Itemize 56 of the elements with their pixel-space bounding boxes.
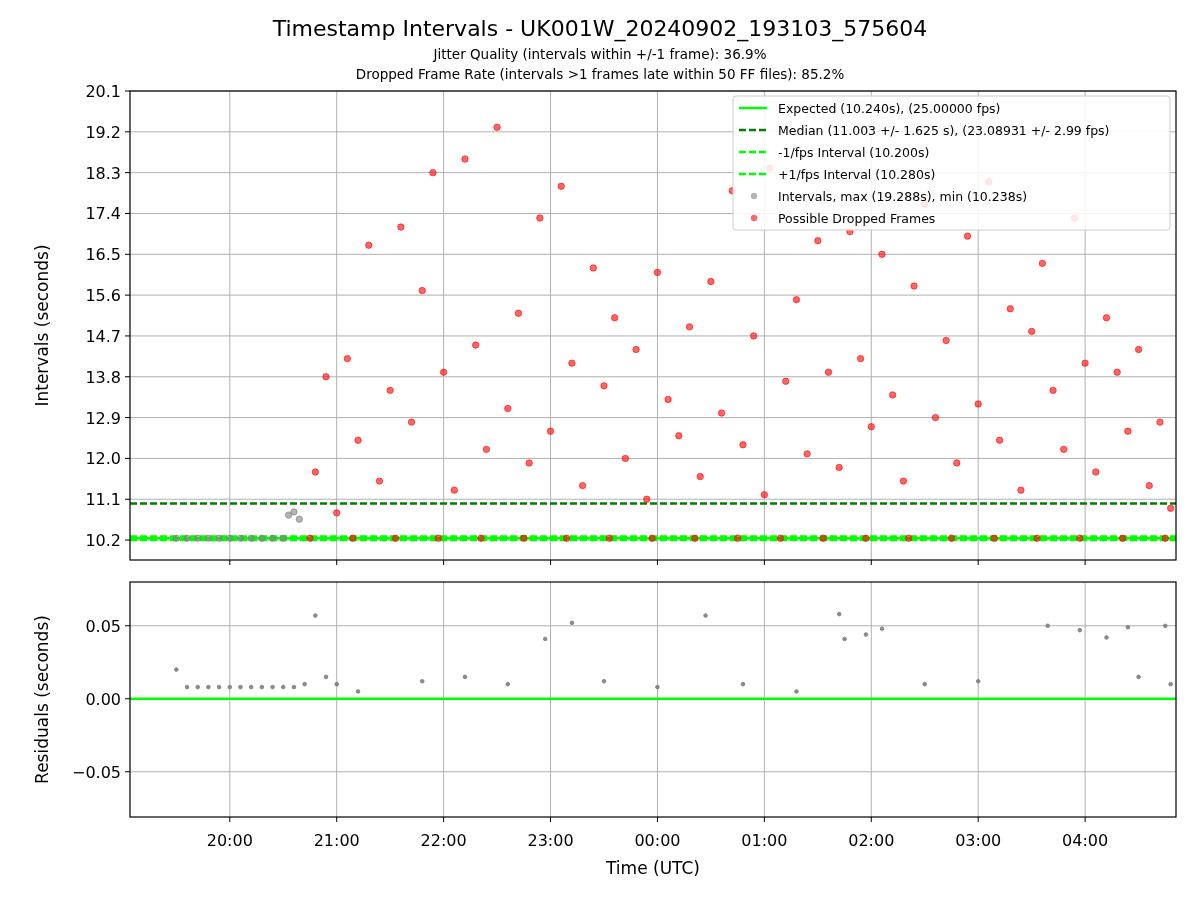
legend-label: Expected (10.240s), (25.00000 fps)	[778, 100, 1001, 116]
point	[226, 534, 234, 542]
point	[290, 508, 298, 516]
y-tick-label: 15.6	[85, 286, 121, 306]
x-tick-label: 20:00	[206, 831, 253, 850]
y-tick-label: 0.05	[85, 616, 121, 636]
y-axis-label: Residuals (seconds)	[32, 615, 52, 784]
y-tick-label: 16.5	[85, 245, 121, 265]
point	[215, 534, 223, 542]
point	[284, 511, 293, 519]
legend-label: Possible Dropped Frames	[778, 210, 936, 226]
chart-subtitle: Jitter Quality (intervals within +/-1 frame): 36.9%	[433, 45, 767, 64]
y-tick-label: −0.05	[71, 762, 121, 782]
legend-marker-icon	[750, 192, 758, 200]
y-tick-label: 12.0	[85, 449, 121, 469]
x-tick-label: 03:00	[955, 831, 1002, 850]
y-tick-label: 17.4	[85, 204, 121, 224]
point	[279, 534, 287, 542]
x-tick-label: 02:00	[848, 831, 895, 850]
legend-label: +1/fps Interval (10.280s)	[778, 166, 936, 182]
x-tick-label: 22:00	[420, 831, 467, 850]
point	[236, 534, 245, 542]
point	[247, 534, 255, 542]
x-tick-label: 00:00	[634, 831, 681, 850]
point	[268, 534, 277, 542]
legend-marker-icon	[750, 214, 758, 222]
point	[258, 534, 266, 542]
legend-label: Median (11.003 +/- 1.625 s), (23.08931 +/- 2.99 fps)	[778, 122, 1110, 138]
y-tick-label: 0.00	[85, 689, 121, 709]
point	[183, 534, 191, 542]
y-tick-label: 12.9	[85, 408, 121, 428]
legend-label: Intervals, max (19.288s), min (10.238s)	[778, 188, 1028, 204]
y-tick-label: 11.1	[85, 490, 121, 510]
point	[172, 534, 181, 542]
y-tick-label: 14.7	[85, 326, 121, 346]
point	[295, 515, 303, 523]
point	[204, 534, 213, 542]
chart-subtitle: Dropped Frame Rate (intervals >1 frames late within 50 FF files): 85.2%	[355, 65, 845, 84]
legend-line-icon	[739, 150, 767, 154]
x-axis-label: Time (UTC)	[606, 858, 700, 878]
legend-line-icon	[739, 106, 767, 110]
legend-line-icon	[739, 128, 767, 132]
x-tick-label: 01:00	[741, 831, 788, 850]
y-axis-label: Intervals (seconds)	[32, 244, 52, 407]
legend-line-icon	[739, 172, 767, 176]
y-tick-label: 18.3	[85, 163, 121, 183]
y-tick-label: 10.2	[85, 531, 121, 551]
x-tick-label: 21:00	[313, 831, 360, 850]
x-tick-label: 23:00	[527, 831, 574, 850]
y-tick-label: 20.1	[85, 84, 121, 101]
legend-label: -1/fps Interval (10.200s)	[778, 144, 930, 160]
y-tick-label: 13.8	[85, 367, 121, 387]
x-tick-label: 04:00	[1062, 831, 1109, 850]
y-tick-label: 19.2	[85, 122, 121, 142]
point	[194, 534, 202, 542]
chart-title: Timestamp Intervals - UK001W_20240902_193103_575604	[272, 15, 928, 44]
